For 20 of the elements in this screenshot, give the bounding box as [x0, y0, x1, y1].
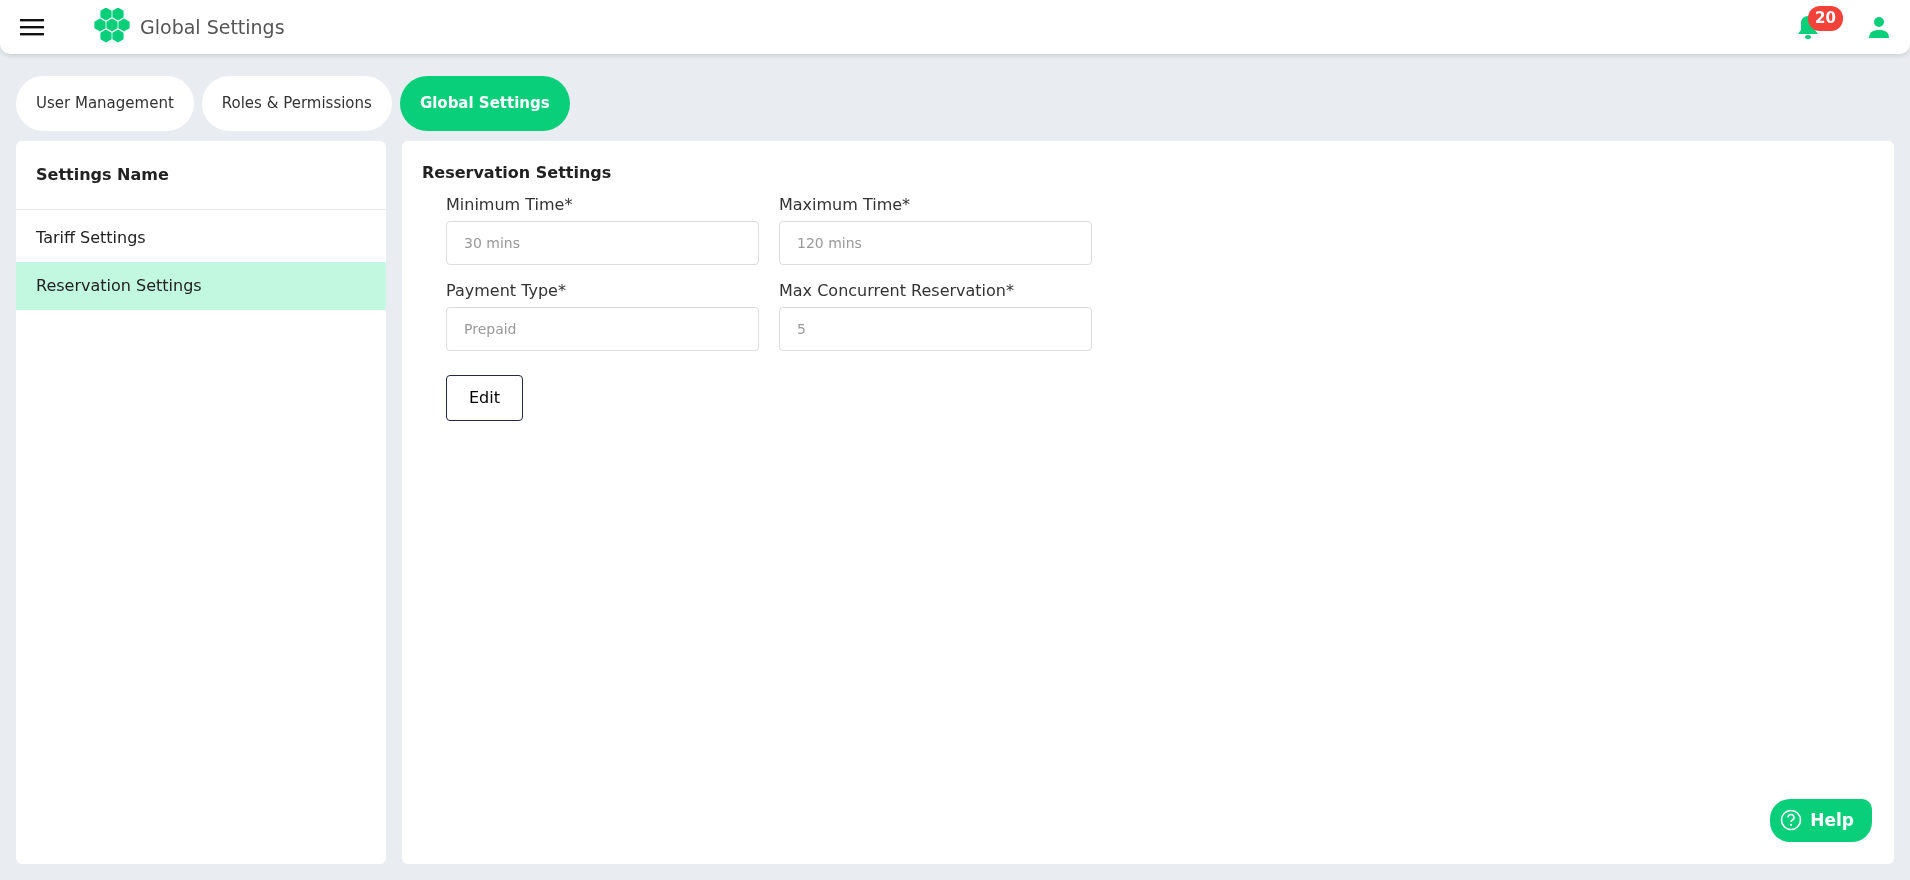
page-title: Global Settings	[140, 14, 285, 40]
input-field[interactable]: 120 mins	[779, 220, 1092, 265]
field-label: Minimum Time*	[446, 193, 574, 216]
sidebar-item[interactable]: Reservation Settings	[16, 261, 386, 310]
sidebar-item[interactable]: Tariff Settings	[16, 213, 386, 262]
help-icon	[1780, 809, 1803, 832]
input-field[interactable]: Prepaid	[446, 306, 759, 351]
field-label: Maximum Time*	[779, 193, 912, 216]
input-field[interactable]: 30 mins	[446, 220, 759, 265]
input-field[interactable]: 5	[779, 306, 1092, 351]
notification-count: 20	[1808, 6, 1843, 31]
field-label: Max Concurrent Reservation*	[779, 279, 1015, 302]
section-title: Reservation Settings	[422, 161, 613, 184]
edit-button[interactable]: Edit	[446, 374, 523, 421]
user-icon[interactable]	[1868, 16, 1890, 38]
tab[interactable]: User Management	[16, 76, 194, 131]
sidebar-heading: Settings Name	[16, 140, 386, 210]
field-label: Payment Type*	[446, 279, 567, 302]
tab[interactable]: Roles & Permissions	[201, 76, 392, 131]
menu-icon[interactable]	[20, 18, 44, 36]
